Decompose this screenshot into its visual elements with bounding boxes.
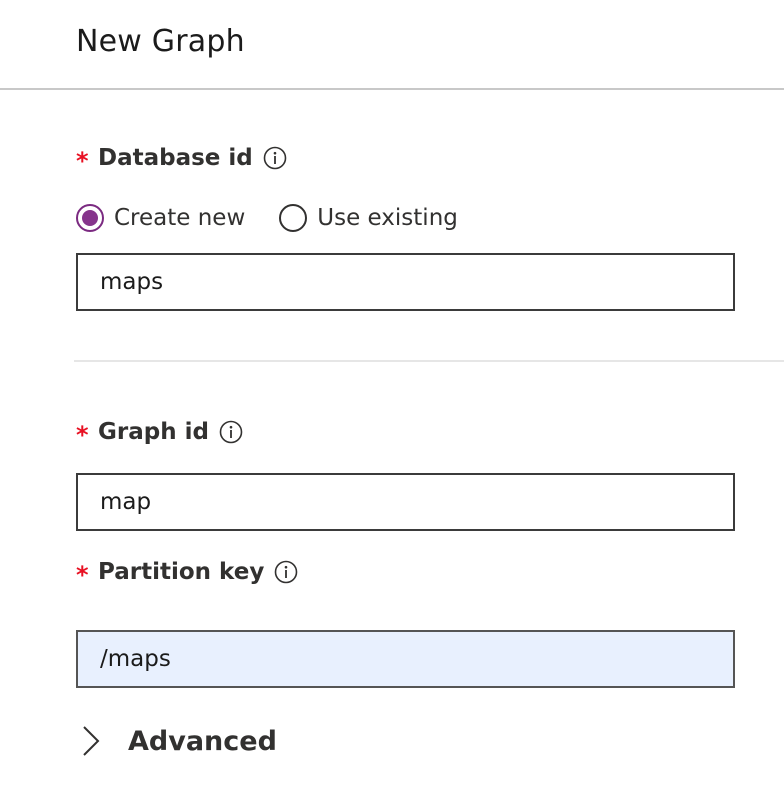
partition-key-input[interactable] xyxy=(76,630,735,688)
use-existing-radio[interactable]: Use existing xyxy=(279,204,458,232)
partition-key-label: * Partition key xyxy=(76,557,298,587)
database-id-label: * Database id xyxy=(76,143,287,173)
chevron-right-icon xyxy=(78,725,104,757)
graph-id-label-text: Graph id xyxy=(98,419,209,445)
info-icon[interactable] xyxy=(274,560,298,584)
panel-header: New Graph xyxy=(0,0,784,90)
database-id-label-text: Database id xyxy=(98,145,253,171)
required-marker: * xyxy=(76,421,89,449)
database-mode-radio-group: Create new Use existing xyxy=(76,202,458,234)
advanced-toggle[interactable]: Advanced xyxy=(78,722,277,760)
use-existing-radio-label: Use existing xyxy=(317,205,458,231)
panel-title: New Graph xyxy=(76,24,245,59)
advanced-label: Advanced xyxy=(128,725,277,757)
graph-id-input[interactable] xyxy=(76,473,735,531)
create-new-radio[interactable]: Create new xyxy=(76,204,245,232)
section-divider xyxy=(74,360,784,362)
info-icon[interactable] xyxy=(219,420,243,444)
database-id-input[interactable] xyxy=(76,253,735,311)
radio-checked-icon xyxy=(76,204,104,232)
partition-key-label-text: Partition key xyxy=(98,559,265,585)
graph-id-label: * Graph id xyxy=(76,417,243,447)
radio-unchecked-icon xyxy=(279,204,308,232)
info-icon[interactable] xyxy=(263,146,287,170)
required-marker: * xyxy=(76,147,89,175)
create-new-radio-label: Create new xyxy=(114,205,246,231)
new-graph-panel: New Graph * Database id Create new Use e… xyxy=(0,0,784,790)
required-marker: * xyxy=(76,561,89,589)
